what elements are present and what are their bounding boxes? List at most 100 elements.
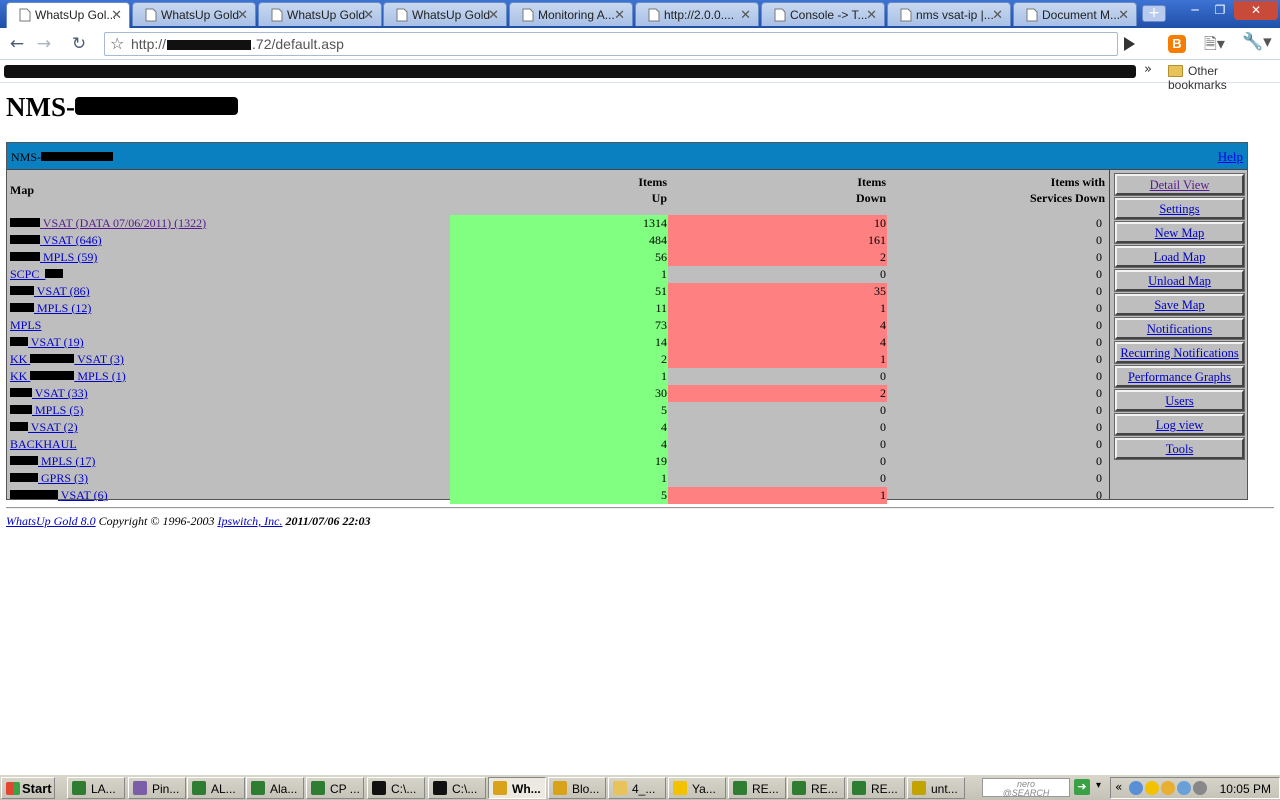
page-menu-icon[interactable]: 🗎▾ <box>1204 33 1225 60</box>
services-down-cell: 0 <box>1096 216 1102 230</box>
tab-close-icon[interactable]: ✕ <box>866 7 877 23</box>
wrench-icon[interactable]: 🔧▾ <box>1242 32 1272 52</box>
people-icon[interactable] <box>1161 781 1175 795</box>
menu-button-new-map[interactable]: New Map <box>1114 221 1245 244</box>
browser-tab[interactable]: Monitoring A... ✕ <box>509 2 633 26</box>
back-icon[interactable]: ← <box>6 34 28 54</box>
map-link[interactable]: VSAT (DATA 07/06/2011) (1322) <box>10 216 206 231</box>
menu-button-save-map[interactable]: Save Map <box>1114 293 1245 316</box>
menu-button-log-view[interactable]: Log view <box>1114 413 1245 436</box>
map-link[interactable]: VSAT (2) <box>10 420 78 435</box>
map-link[interactable]: KK MPLS (1) <box>10 369 126 384</box>
search-dropdown-icon[interactable]: ▾ <box>1096 780 1101 791</box>
start-button[interactable]: Start <box>1 777 55 799</box>
map-row: VSAT (86) 51 35 0 <box>7 283 1109 300</box>
browser-tab[interactable]: nms vsat-ip |... ✕ <box>887 2 1011 26</box>
taskbar-button[interactable]: AL... <box>187 777 245 799</box>
taskbar-button[interactable]: RE... <box>847 777 905 799</box>
company-link[interactable]: Ipswitch, Inc. <box>217 514 282 528</box>
taskbar-button[interactable]: LA... <box>67 777 125 799</box>
forward-icon[interactable]: → <box>33 34 55 54</box>
other-bookmarks[interactable]: Other bookmarks <box>1168 64 1280 92</box>
address-bar[interactable]: ☆ http:// .72/default.asp <box>104 32 1118 56</box>
tab-close-icon[interactable]: ✕ <box>992 7 1003 23</box>
menu-button-users[interactable]: Users <box>1114 389 1245 412</box>
new-tab-button[interactable]: + <box>1142 5 1166 22</box>
nero-search-box[interactable]: nero @SEARCH <box>982 778 1070 798</box>
product-link[interactable]: WhatsUp Gold 8.0 <box>6 514 96 528</box>
tab-close-icon[interactable]: ✕ <box>1118 7 1129 23</box>
menu-button-load-map[interactable]: Load Map <box>1114 245 1245 268</box>
messenger-icon[interactable] <box>1145 781 1159 795</box>
map-link[interactable]: VSAT (19) <box>10 335 84 350</box>
bookmark-star-icon[interactable]: ☆ <box>110 34 124 53</box>
browser-tab[interactable]: WhatsUp Gold ✕ <box>132 2 256 26</box>
blogger-icon[interactable]: B <box>1168 35 1186 53</box>
map-link[interactable]: GPRS (3) <box>10 471 88 486</box>
taskbar-button[interactable]: CP ... <box>306 777 364 799</box>
taskbar-button[interactable]: Ya... <box>668 777 726 799</box>
taskbar-button[interactable]: C:\... <box>367 777 425 799</box>
items-up-cell: 5 <box>450 402 668 419</box>
map-link[interactable]: KK VSAT (3) <box>10 352 124 367</box>
taskbar-button[interactable]: unt... <box>907 777 965 799</box>
menu-button-notifications[interactable]: Notifications <box>1114 317 1245 340</box>
taskbar-button[interactable]: Ala... <box>246 777 304 799</box>
map-link[interactable]: MPLS (5) <box>10 403 83 418</box>
map-link[interactable]: VSAT (86) <box>10 284 90 299</box>
map-row: VSAT (19) 14 4 0 <box>7 334 1109 351</box>
tab-close-icon[interactable]: ✕ <box>488 7 499 23</box>
network-icon[interactable] <box>1129 781 1143 795</box>
taskbar-button[interactable]: C:\... <box>428 777 486 799</box>
map-link[interactable]: MPLS (17) <box>10 454 95 469</box>
tray-expand-icon[interactable]: « <box>1115 780 1122 794</box>
tab-close-icon[interactable]: ✕ <box>111 7 122 23</box>
tab-close-icon[interactable]: ✕ <box>237 7 248 23</box>
map-link[interactable]: MPLS <box>10 318 41 333</box>
map-link[interactable]: VSAT (33) <box>10 386 88 401</box>
menu-button-tools[interactable]: Tools <box>1114 437 1245 460</box>
redacted-text <box>10 490 58 499</box>
taskbar-button[interactable]: RE... <box>728 777 786 799</box>
services-down-cell: 0 <box>1096 471 1102 485</box>
minimize-icon[interactable]: ─ <box>1184 1 1206 20</box>
browser-tab[interactable]: WhatsUp Gold ✕ <box>258 2 382 26</box>
tab-close-icon[interactable]: ✕ <box>363 7 374 23</box>
browser-tab[interactable]: WhatsUp Gold ✕ <box>383 2 507 26</box>
browser-tab[interactable]: Console -> T... ✕ <box>761 2 885 26</box>
maximize-icon[interactable]: ❐ <box>1209 1 1231 20</box>
search-go-icon[interactable]: ➜ <box>1074 779 1090 795</box>
taskbar-button[interactable]: Wh... <box>488 777 546 799</box>
taskbar-button[interactable]: RE... <box>787 777 845 799</box>
menu-button-unload-map[interactable]: Unload Map <box>1114 269 1245 292</box>
redacted-text <box>30 371 75 380</box>
bookmarks-overflow-chevron-icon[interactable]: » <box>1144 62 1152 77</box>
window-close-icon[interactable]: ✕ <box>1234 1 1278 20</box>
map-link[interactable]: MPLS (12) <box>10 301 91 316</box>
taskbar-button[interactable]: 4_... <box>608 777 666 799</box>
browser-tab[interactable]: WhatsUp Gol... ✕ <box>6 2 130 28</box>
taskbar-button[interactable]: Pin... <box>128 777 186 799</box>
connection-icon[interactable] <box>1177 781 1191 795</box>
map-link[interactable]: VSAT (646) <box>10 233 102 248</box>
app-icon <box>251 781 265 795</box>
taskbar-button[interactable]: Blo... <box>548 777 606 799</box>
map-link[interactable]: BACKHAUL <box>10 437 77 452</box>
map-link[interactable]: SCPC_ <box>10 267 64 282</box>
go-arrow-icon[interactable] <box>1124 37 1135 51</box>
redacted-text <box>10 456 38 465</box>
menu-button-recurring-notifications[interactable]: Recurring Notifications <box>1114 341 1245 364</box>
menu-button-detail-view[interactable]: Detail View <box>1114 173 1245 196</box>
browser-tab[interactable]: http://2.0.0.... ✕ <box>635 2 759 26</box>
menu-button-settings[interactable]: Settings <box>1114 197 1245 220</box>
clock-app-icon[interactable] <box>1193 781 1207 795</box>
map-link[interactable]: VSAT (6) <box>10 488 108 503</box>
tab-label: nms vsat-ip |... <box>916 8 994 22</box>
browser-tab[interactable]: Document M... ✕ <box>1013 2 1137 26</box>
tab-close-icon[interactable]: ✕ <box>740 7 751 23</box>
reload-icon[interactable]: ↻ <box>68 34 90 54</box>
tab-close-icon[interactable]: ✕ <box>614 7 625 23</box>
map-link[interactable]: MPLS (59) <box>10 250 97 265</box>
menu-button-performance-graphs[interactable]: Performance Graphs <box>1114 365 1245 388</box>
help-link[interactable]: Help <box>1218 149 1243 165</box>
